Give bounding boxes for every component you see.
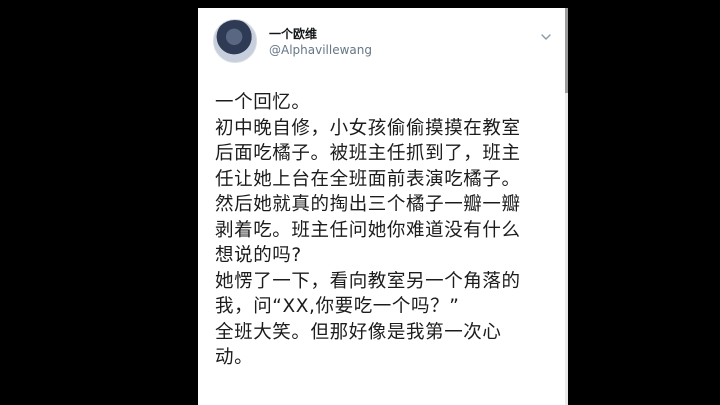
tweet-line: 全班大笑。但那好像是我第一次心 — [215, 321, 502, 343]
tweet-line: 后面吃橘子。被班主任抓到了，班主 — [215, 143, 521, 164]
chevron-down-icon[interactable] — [540, 31, 552, 43]
screen: 一个欧维 @Alphavillewang 一个回忆。 初中晚自修，小女孩偷偷摸摸… — [0, 0, 720, 405]
tweet-card: 一个欧维 @Alphavillewang 一个回忆。 初中晚自修，小女孩偷偷摸摸… — [198, 8, 565, 405]
tweet-text: 一个回忆。 初中晚自修，小女孩偷偷摸摸在教室 后面吃橘子。被班主任抓到了，班主 … — [215, 90, 560, 371]
tweet-header: 一个欧维 @Alphavillewang — [213, 14, 565, 70]
tweet-line: 初中晚自修，小女孩偷偷摸摸在教室 — [215, 117, 521, 139]
display-name[interactable]: 一个欧维 — [269, 25, 317, 42]
tweet-line: 她愣了一下，看向教室另一个角落的 — [215, 270, 521, 292]
tweet-line: 剥着吃。班主任问她你难道没有什么 — [215, 219, 521, 241]
tweet-line: 一个回忆。 — [215, 92, 311, 113]
tweet-line: 动。 — [215, 347, 254, 368]
tweet-line: 想说的吗? — [215, 245, 302, 266]
username[interactable]: @Alphavillewang — [269, 43, 372, 57]
scrollbar-thumb[interactable] — [565, 8, 568, 93]
avatar[interactable] — [213, 19, 257, 63]
tweet-line: 任让她上台在全班面前表演吃橘子。 — [215, 168, 521, 190]
tweet-line: 然后她就真的掏出三个橘子一瓣一瓣 — [215, 194, 521, 215]
tweet-line: 我，问“XX,你要吃一个吗？” — [215, 296, 460, 317]
